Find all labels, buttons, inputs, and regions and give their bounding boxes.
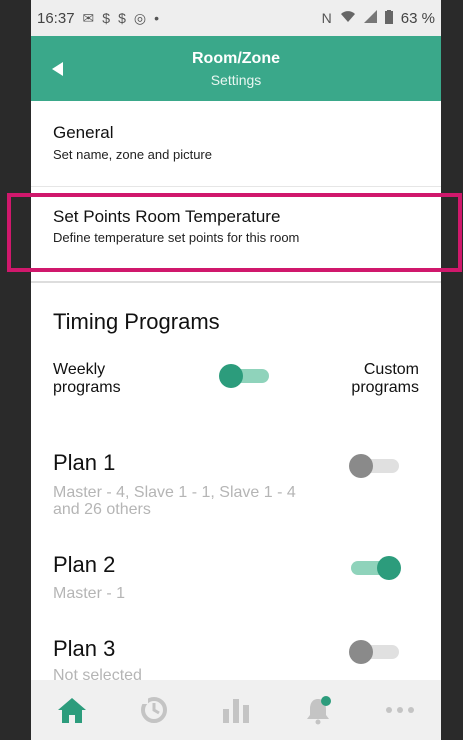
app-notification-icon-3: ◎ bbox=[133, 9, 147, 26]
program-mode-toggle[interactable] bbox=[219, 364, 271, 388]
plan-3-name: Plan 3 bbox=[53, 636, 116, 661]
app-notification-icon-2: $ bbox=[118, 10, 126, 26]
signal-icon bbox=[363, 10, 377, 26]
app-notification-icon: $ bbox=[102, 10, 111, 26]
home-icon bbox=[58, 698, 86, 723]
plan-2-toggle[interactable] bbox=[349, 556, 401, 580]
plan-2-subtitle: Master - 1 bbox=[53, 585, 126, 602]
weekly-programs-label: Weekly programs bbox=[53, 361, 121, 396]
more-icon bbox=[386, 707, 414, 713]
menu-item-title: Set Points Room Temperature bbox=[53, 207, 281, 226]
nav-statistics[interactable] bbox=[206, 680, 266, 740]
nfc-icon: N bbox=[321, 10, 332, 26]
custom-programs-label: Custom programs bbox=[351, 361, 419, 396]
battery-percent: 63 % bbox=[400, 9, 435, 27]
menu-item-general[interactable]: General Set name, zone and picture bbox=[31, 101, 441, 187]
plan-3-toggle[interactable] bbox=[349, 640, 401, 664]
menu-item-title: General bbox=[53, 123, 114, 142]
plan-1-toggle[interactable] bbox=[349, 454, 401, 478]
nav-history[interactable] bbox=[124, 680, 184, 740]
nav-notifications[interactable] bbox=[288, 680, 348, 740]
plan-1-subtitle: Master - 4, Slave 1 - 1, Slave 1 - 4 and… bbox=[53, 484, 296, 518]
status-bar: 16:37 ✉ $ $ ◎ • N 63 % bbox=[31, 0, 441, 36]
app-screen: 16:37 ✉ $ $ ◎ • N 63 % Room/Zone Setting… bbox=[31, 0, 441, 740]
history-clock-icon bbox=[141, 697, 167, 723]
menu-item-subtitle: Define temperature set points for this r… bbox=[53, 230, 300, 245]
plan-1-name: Plan 1 bbox=[53, 450, 116, 475]
bottom-navigation bbox=[31, 680, 441, 740]
plan-2-name: Plan 2 bbox=[53, 552, 116, 577]
battery-icon bbox=[384, 9, 393, 27]
statistics-icon bbox=[223, 699, 249, 723]
gmail-icon: ✉ bbox=[82, 9, 95, 26]
notifications-bell-icon bbox=[307, 696, 331, 725]
page-title: Room/Zone bbox=[192, 50, 280, 67]
status-time: 16:37 bbox=[37, 9, 75, 27]
page-subtitle: Settings bbox=[210, 72, 262, 88]
menu-item-subtitle: Set name, zone and picture bbox=[53, 147, 212, 162]
menu-item-set-points[interactable]: Set Points Room Temperature Define tempe… bbox=[31, 187, 441, 283]
wifi-icon bbox=[340, 10, 356, 26]
nav-more[interactable] bbox=[370, 680, 430, 740]
timing-programs-title: Timing Programs bbox=[53, 309, 220, 334]
nav-home[interactable] bbox=[42, 680, 102, 740]
dot-icon: • bbox=[154, 10, 159, 26]
app-header: Room/Zone Settings bbox=[31, 36, 441, 101]
